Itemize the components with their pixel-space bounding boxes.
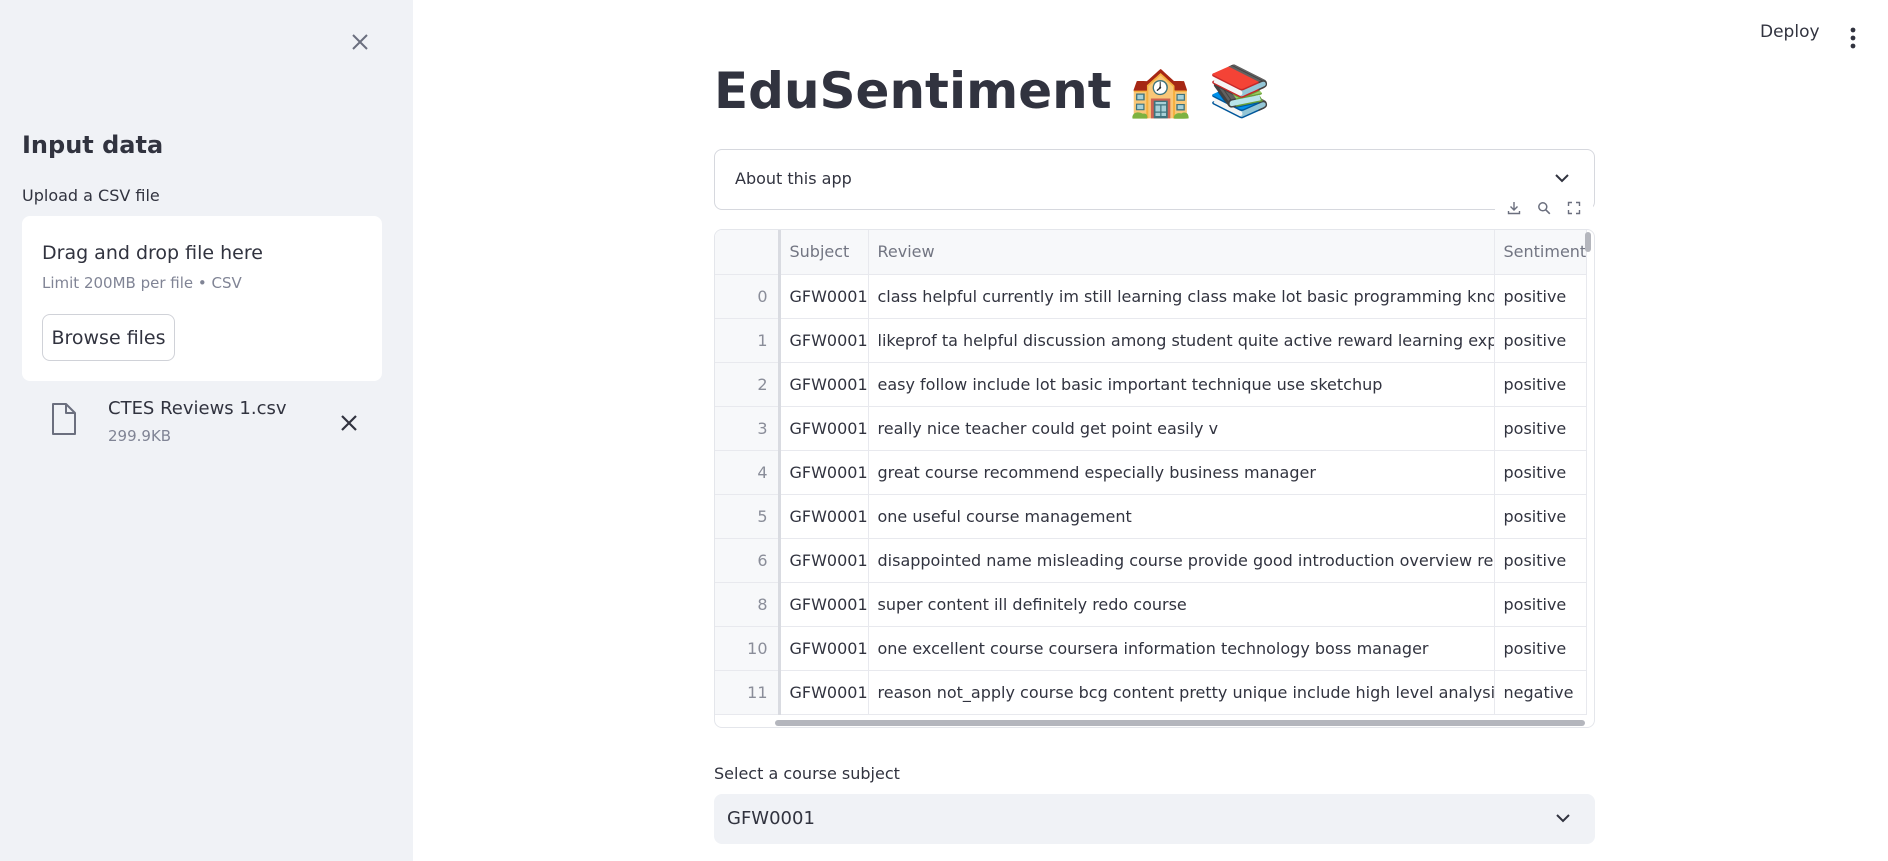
row-index: 1 bbox=[715, 318, 781, 363]
cell-review[interactable]: class helpful currently im still learnin… bbox=[868, 274, 1495, 319]
sidebar-title: Input data bbox=[22, 131, 164, 159]
close-icon bbox=[352, 34, 368, 50]
cell-sentiment[interactable]: positive bbox=[1494, 626, 1587, 671]
table-row: 1 GFW0001 likeprof ta helpful discussion a… bbox=[715, 318, 1587, 363]
course-subject-select[interactable]: GFW0001 bbox=[714, 794, 1595, 844]
file-dropzone[interactable]: Drag and drop file here Limit 200MB per … bbox=[22, 216, 382, 381]
dropzone-limit: Limit 200MB per file • CSV bbox=[42, 274, 242, 292]
cell-sentiment[interactable]: positive bbox=[1494, 494, 1587, 539]
cell-subject[interactable]: GFW0001 bbox=[779, 670, 869, 715]
cell-sentiment[interactable]: positive bbox=[1494, 362, 1587, 407]
cell-subject[interactable]: GFW0001 bbox=[779, 538, 869, 583]
cell-sentiment[interactable]: positive bbox=[1494, 274, 1587, 319]
deploy-button[interactable]: Deploy bbox=[1760, 22, 1820, 42]
download-icon bbox=[1507, 202, 1521, 215]
horizontal-scrollbar[interactable] bbox=[775, 720, 1585, 726]
cell-subject[interactable]: GFW0001 bbox=[779, 406, 869, 451]
column-header-sentiment[interactable]: Sentiment bbox=[1494, 230, 1587, 275]
cell-subject[interactable]: GFW0001 bbox=[779, 274, 869, 319]
cell-review[interactable]: likeprof ta helpful discussion among stu… bbox=[868, 318, 1495, 363]
table-row: 2 GFW0001 easy follow include lot basic im… bbox=[715, 362, 1587, 407]
cell-review[interactable]: disappointed name misleading course prov… bbox=[868, 538, 1495, 583]
cell-review[interactable]: easy follow include lot basic important … bbox=[868, 362, 1495, 407]
row-index: 8 bbox=[715, 582, 781, 627]
download-button[interactable] bbox=[1502, 196, 1526, 220]
cell-sentiment[interactable]: positive bbox=[1494, 582, 1587, 627]
uploaded-file: CTES Reviews 1.csv 299.9KB bbox=[22, 393, 382, 453]
cell-review[interactable]: really nice teacher could get point easi… bbox=[868, 406, 1495, 451]
vertical-scrollbar[interactable] bbox=[1585, 232, 1591, 252]
row-index: 0 bbox=[715, 274, 781, 319]
dropzone-title: Drag and drop file here bbox=[42, 242, 263, 264]
course-subject-label: Select a course subject bbox=[714, 764, 900, 783]
search-button[interactable] bbox=[1532, 196, 1556, 220]
table-header-row: Subject Review Sentiment bbox=[715, 230, 1587, 275]
expander-label: About this app bbox=[735, 169, 852, 188]
search-icon bbox=[1538, 202, 1551, 215]
table-row: 6 GFW0001 disappointed name misleading cou… bbox=[715, 538, 1587, 583]
table-row: 8 GFW0001 super content ill definitely red… bbox=[715, 582, 1587, 627]
fullscreen-icon bbox=[1567, 201, 1581, 215]
file-name: CTES Reviews 1.csv bbox=[108, 398, 287, 419]
browse-files-button[interactable]: Browse files bbox=[42, 314, 175, 361]
chevron-down-icon bbox=[1556, 814, 1570, 823]
cell-review[interactable]: one useful course management bbox=[868, 494, 1495, 539]
file-icon bbox=[52, 403, 76, 435]
close-sidebar-button[interactable] bbox=[344, 26, 376, 58]
file-size: 299.9KB bbox=[108, 427, 172, 445]
table-row: 11 GFW0001 reason not_apply course bcg con… bbox=[715, 670, 1587, 715]
cell-subject[interactable]: GFW0001 bbox=[779, 362, 869, 407]
cell-subject[interactable]: GFW0001 bbox=[779, 582, 869, 627]
cell-review[interactable]: super content ill definitely redo course bbox=[868, 582, 1495, 627]
close-icon bbox=[341, 415, 357, 431]
table-row: 0 GFW0001 class helpful currently im still… bbox=[715, 274, 1587, 319]
cell-subject[interactable]: GFW0001 bbox=[779, 450, 869, 495]
fullscreen-button[interactable] bbox=[1562, 196, 1586, 220]
selected-subject: GFW0001 bbox=[727, 808, 815, 829]
row-index: 6 bbox=[715, 538, 781, 583]
column-header-subject[interactable]: Subject bbox=[779, 230, 869, 275]
page-title: EduSentiment 🏫 📚 bbox=[714, 62, 1271, 120]
row-index: 5 bbox=[715, 494, 781, 539]
table-row: 10 GFW0001 one excellent course coursera i… bbox=[715, 626, 1587, 671]
cell-review[interactable]: reason not_apply course bcg content pret… bbox=[868, 670, 1495, 715]
cell-subject[interactable]: GFW0001 bbox=[779, 626, 869, 671]
sidebar: Input data Upload a CSV file Drag and dr… bbox=[0, 0, 413, 861]
cell-sentiment[interactable]: negative bbox=[1494, 670, 1587, 715]
cell-subject[interactable]: GFW0001 bbox=[779, 494, 869, 539]
table-row: 3 GFW0001 really nice teacher could get po… bbox=[715, 406, 1587, 451]
table-row: 5 GFW0001 one useful course management posi… bbox=[715, 494, 1587, 539]
table-toolbar bbox=[1495, 193, 1593, 223]
row-index: 2 bbox=[715, 362, 781, 407]
row-index: 10 bbox=[715, 626, 781, 671]
cell-review[interactable]: great course recommend especially busine… bbox=[868, 450, 1495, 495]
cell-sentiment[interactable]: positive bbox=[1494, 538, 1587, 583]
cell-subject[interactable]: GFW0001 bbox=[779, 318, 869, 363]
column-header-review[interactable]: Review bbox=[868, 230, 1495, 275]
main-menu-icon[interactable] bbox=[1846, 24, 1860, 52]
remove-file-button[interactable] bbox=[335, 409, 363, 437]
chevron-down-icon bbox=[1555, 174, 1569, 183]
cell-sentiment[interactable]: positive bbox=[1494, 406, 1587, 451]
row-index: 3 bbox=[715, 406, 781, 451]
cell-sentiment[interactable]: positive bbox=[1494, 450, 1587, 495]
cell-review[interactable]: one excellent course coursera informatio… bbox=[868, 626, 1495, 671]
column-header-index[interactable] bbox=[715, 230, 781, 275]
table-row: 4 GFW0001 great course recommend especiall… bbox=[715, 450, 1587, 495]
row-index: 11 bbox=[715, 670, 781, 715]
about-expander[interactable]: About this app bbox=[714, 149, 1595, 210]
data-table[interactable]: Subject Review Sentiment 0 GFW0001 class h… bbox=[714, 229, 1595, 728]
cell-sentiment[interactable]: positive bbox=[1494, 318, 1587, 363]
row-index: 4 bbox=[715, 450, 781, 495]
upload-label: Upload a CSV file bbox=[22, 186, 160, 205]
